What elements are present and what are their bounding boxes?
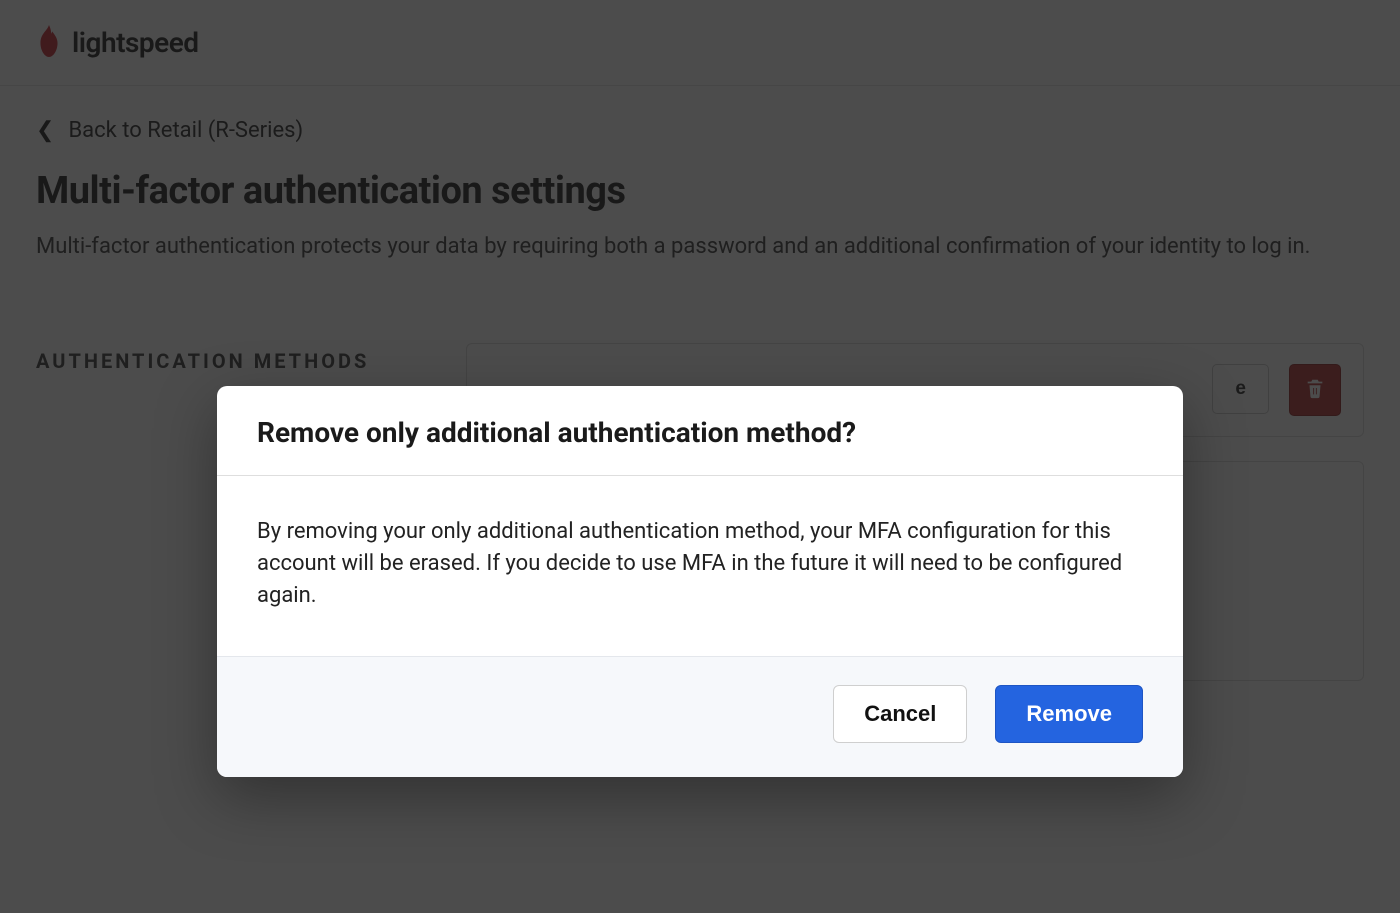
modal-body: By removing your only additional authent… xyxy=(217,476,1183,657)
confirm-remove-modal: Remove only additional authentication me… xyxy=(217,386,1183,777)
modal-overlay[interactable]: Remove only additional authentication me… xyxy=(0,0,1400,913)
cancel-button[interactable]: Cancel xyxy=(833,685,967,743)
remove-button[interactable]: Remove xyxy=(995,685,1143,743)
modal-header: Remove only additional authentication me… xyxy=(217,386,1183,476)
modal-footer: Cancel Remove xyxy=(217,657,1183,777)
modal-title: Remove only additional authentication me… xyxy=(257,416,1143,449)
